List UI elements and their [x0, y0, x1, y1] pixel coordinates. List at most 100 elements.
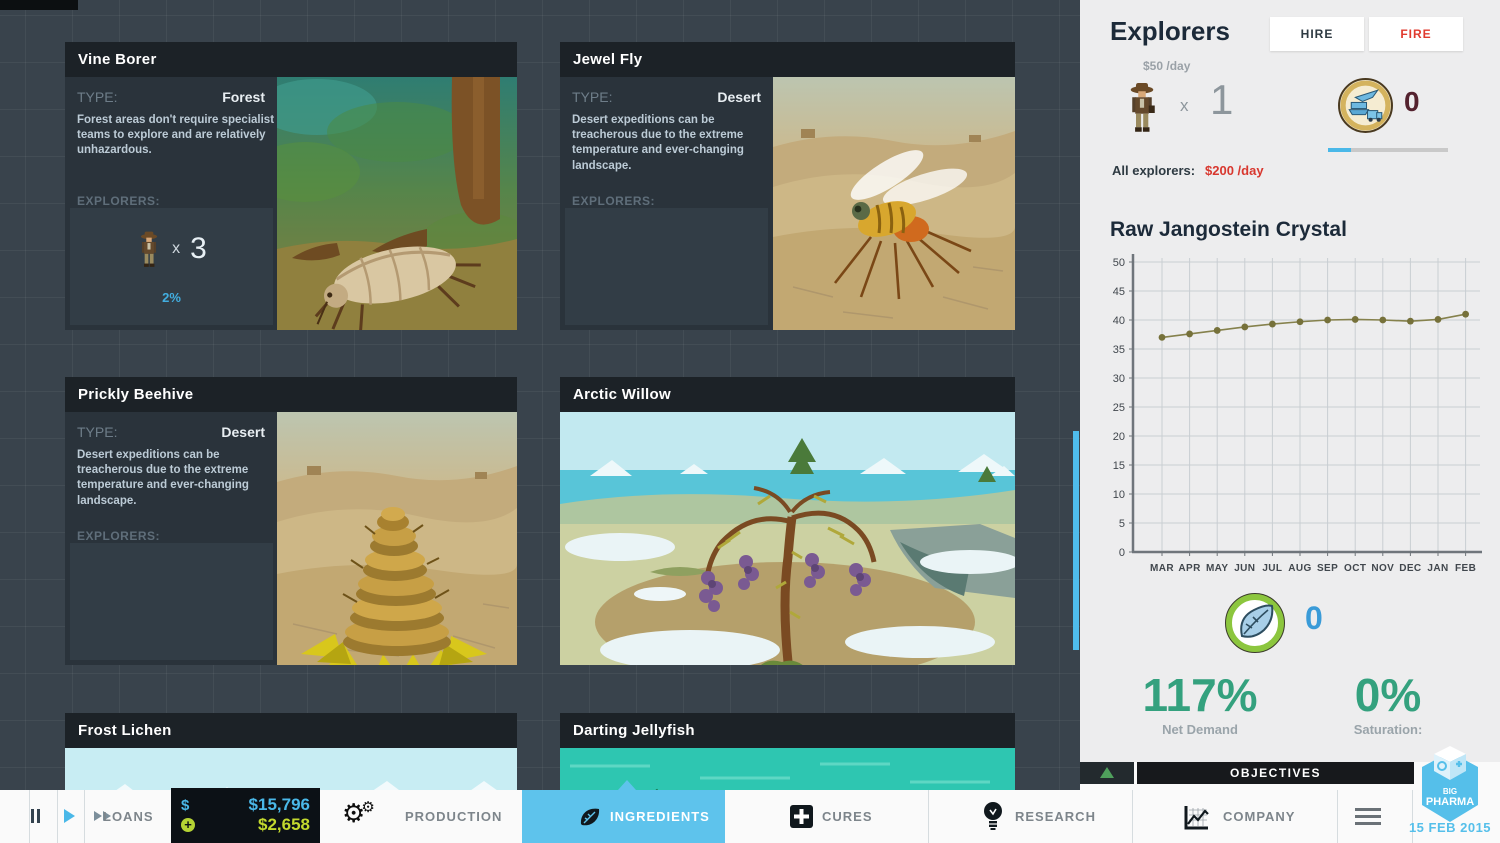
money-panel: $ $15,796 + $2,658 [171, 788, 320, 843]
game-date: 15 FEB 2015 [1405, 820, 1495, 835]
bottom-toolbar: LOANS $ $15,796 + $2,658 ⚙⚙ PRODUCTION I… [0, 790, 1500, 843]
ingredient-card-arctic-willow[interactable]: Arctic Willow [560, 377, 1015, 665]
explorer-icon [1124, 80, 1160, 134]
toolbar-divider [29, 790, 30, 843]
tab-production[interactable]: PRODUCTION [405, 809, 502, 824]
explorers-title: Explorers [1110, 16, 1230, 47]
explorers-slot[interactable] [70, 543, 273, 660]
explorer-multiplier: x [172, 240, 180, 258]
svg-text:AUG: AUG [1288, 563, 1311, 574]
gears-icon: ⚙⚙ [342, 798, 379, 829]
panel-scrollbar[interactable] [1073, 431, 1079, 650]
svg-text:25: 25 [1113, 402, 1125, 414]
eco-value: 0 [1305, 600, 1323, 637]
card-description: Desert expeditions can be treacherous du… [572, 113, 770, 174]
svg-text:0: 0 [1119, 547, 1125, 559]
svg-text:20: 20 [1113, 431, 1125, 443]
explorer-rate: $50 /day [1143, 59, 1190, 73]
chart-title: Raw Jangostein Crystal [1110, 218, 1347, 242]
net-demand-label: Net Demand [1120, 722, 1280, 737]
type-label: TYPE: [77, 89, 117, 105]
tab-research[interactable]: RESEARCH [1015, 809, 1096, 824]
type-row: TYPE: Forest [77, 89, 265, 105]
svg-text:DEC: DEC [1399, 563, 1421, 574]
card-title: Darting Jellyfish [560, 713, 1015, 748]
tab-ingredients[interactable]: INGREDIENTS [522, 790, 725, 843]
svg-text:35: 35 [1113, 344, 1125, 356]
net-demand-value: 117% [1120, 668, 1280, 722]
svg-text:SEP: SEP [1317, 563, 1338, 574]
ingredient-card-jewel-fly[interactable]: Jewel Fly TYPE: Desert Desert expedition… [560, 42, 1015, 330]
all-explorers-cost: $200 /day [1205, 163, 1264, 178]
svg-text:5: 5 [1119, 518, 1125, 530]
card-title: Jewel Fly [560, 42, 1015, 77]
ingredient-price-chart: 05101520253035404550MARAPRMAYJUNJULAUGSE… [1108, 252, 1488, 584]
card-description: Desert expeditions can be treacherous du… [77, 448, 275, 509]
explorer-icon [136, 229, 162, 269]
type-row: TYPE: Desert [572, 89, 761, 105]
card-title: Prickly Beehive [65, 377, 517, 412]
card-title: Arctic Willow [560, 377, 1015, 412]
saturation-label: Saturation: [1308, 722, 1468, 737]
ingredient-detail-panel: Explorers HIRE FIRE $50 /day x 1 0 [1080, 0, 1500, 763]
card-info: TYPE: Desert Desert expeditions can be t… [65, 412, 277, 665]
objectives-bar[interactable]: OBJECTIVES [1137, 762, 1414, 784]
explorer-count: 1 [1210, 76, 1233, 124]
toolbar-divider [1412, 790, 1413, 843]
pause-button[interactable] [31, 809, 43, 823]
play-button[interactable] [64, 809, 75, 823]
svg-text:50: 50 [1113, 257, 1125, 269]
toolbar-divider [1132, 790, 1133, 843]
big-pharma-logo: BIG PHARMA [1418, 744, 1482, 824]
prickly-beehive-image [277, 412, 517, 665]
loans-button[interactable]: LOANS [103, 809, 154, 824]
cures-plus-icon [790, 805, 813, 828]
svg-text:BIG: BIG [1443, 787, 1457, 796]
ingredient-card-prickly-beehive[interactable]: Prickly Beehive TYPE: Desert Desert expe… [65, 377, 517, 665]
svg-text:30: 30 [1113, 373, 1125, 385]
card-info: TYPE: Forest Forest areas don't require … [65, 77, 277, 330]
shipments-icon [1337, 77, 1394, 134]
shipments-count: 0 [1404, 86, 1420, 118]
svg-text:JAN: JAN [1427, 563, 1448, 574]
card-title: Vine Borer [65, 42, 517, 77]
svg-text:MAR: MAR [1150, 563, 1174, 574]
svg-text:APR: APR [1178, 563, 1201, 574]
menu-button[interactable] [1355, 808, 1381, 829]
cash-symbol: $ [181, 797, 189, 814]
objectives-warning-box[interactable] [1080, 762, 1134, 784]
explorers-label: EXPLORERS: [77, 194, 160, 208]
hire-button[interactable]: HIRE [1270, 17, 1364, 51]
toolbar-divider [84, 790, 85, 843]
svg-text:OCT: OCT [1344, 563, 1366, 574]
arctic-willow-image [560, 412, 1015, 665]
fire-button[interactable]: FIRE [1369, 17, 1463, 51]
card-title: Frost Lichen [65, 713, 517, 748]
tab-cures[interactable]: CURES [822, 809, 873, 824]
fast-forward-button[interactable] [94, 811, 102, 821]
jewel-fly-image [773, 77, 1015, 330]
income-plus-icon: + [181, 818, 195, 832]
explorers-slot[interactable]: x 3 2% [70, 208, 273, 325]
type-row: TYPE: Desert [77, 424, 265, 440]
leaf-icon [578, 805, 602, 829]
svg-text:MAY: MAY [1206, 563, 1229, 574]
company-chart-icon [1183, 804, 1210, 831]
research-bulb-icon [983, 801, 1003, 831]
svg-text:40: 40 [1113, 315, 1125, 327]
card-description: Forest areas don't require specialist te… [77, 113, 275, 159]
tab-company[interactable]: COMPANY [1223, 809, 1295, 824]
ingredient-card-vine-borer[interactable]: Vine Borer TYPE: Forest Forest areas don… [65, 42, 517, 330]
card-info: TYPE: Desert Desert expeditions can be t… [560, 77, 773, 330]
type-label: TYPE: [77, 424, 117, 440]
svg-text:FEB: FEB [1455, 563, 1476, 574]
toolbar-divider [57, 790, 58, 843]
svg-text:JUN: JUN [1234, 563, 1255, 574]
svg-text:45: 45 [1113, 286, 1125, 298]
explorers-slot[interactable] [565, 208, 768, 325]
type-value: Desert [221, 424, 265, 440]
type-label: TYPE: [572, 89, 612, 105]
svg-text:10: 10 [1113, 489, 1125, 501]
toolbar-divider [928, 790, 929, 843]
svg-text:15: 15 [1113, 460, 1125, 472]
